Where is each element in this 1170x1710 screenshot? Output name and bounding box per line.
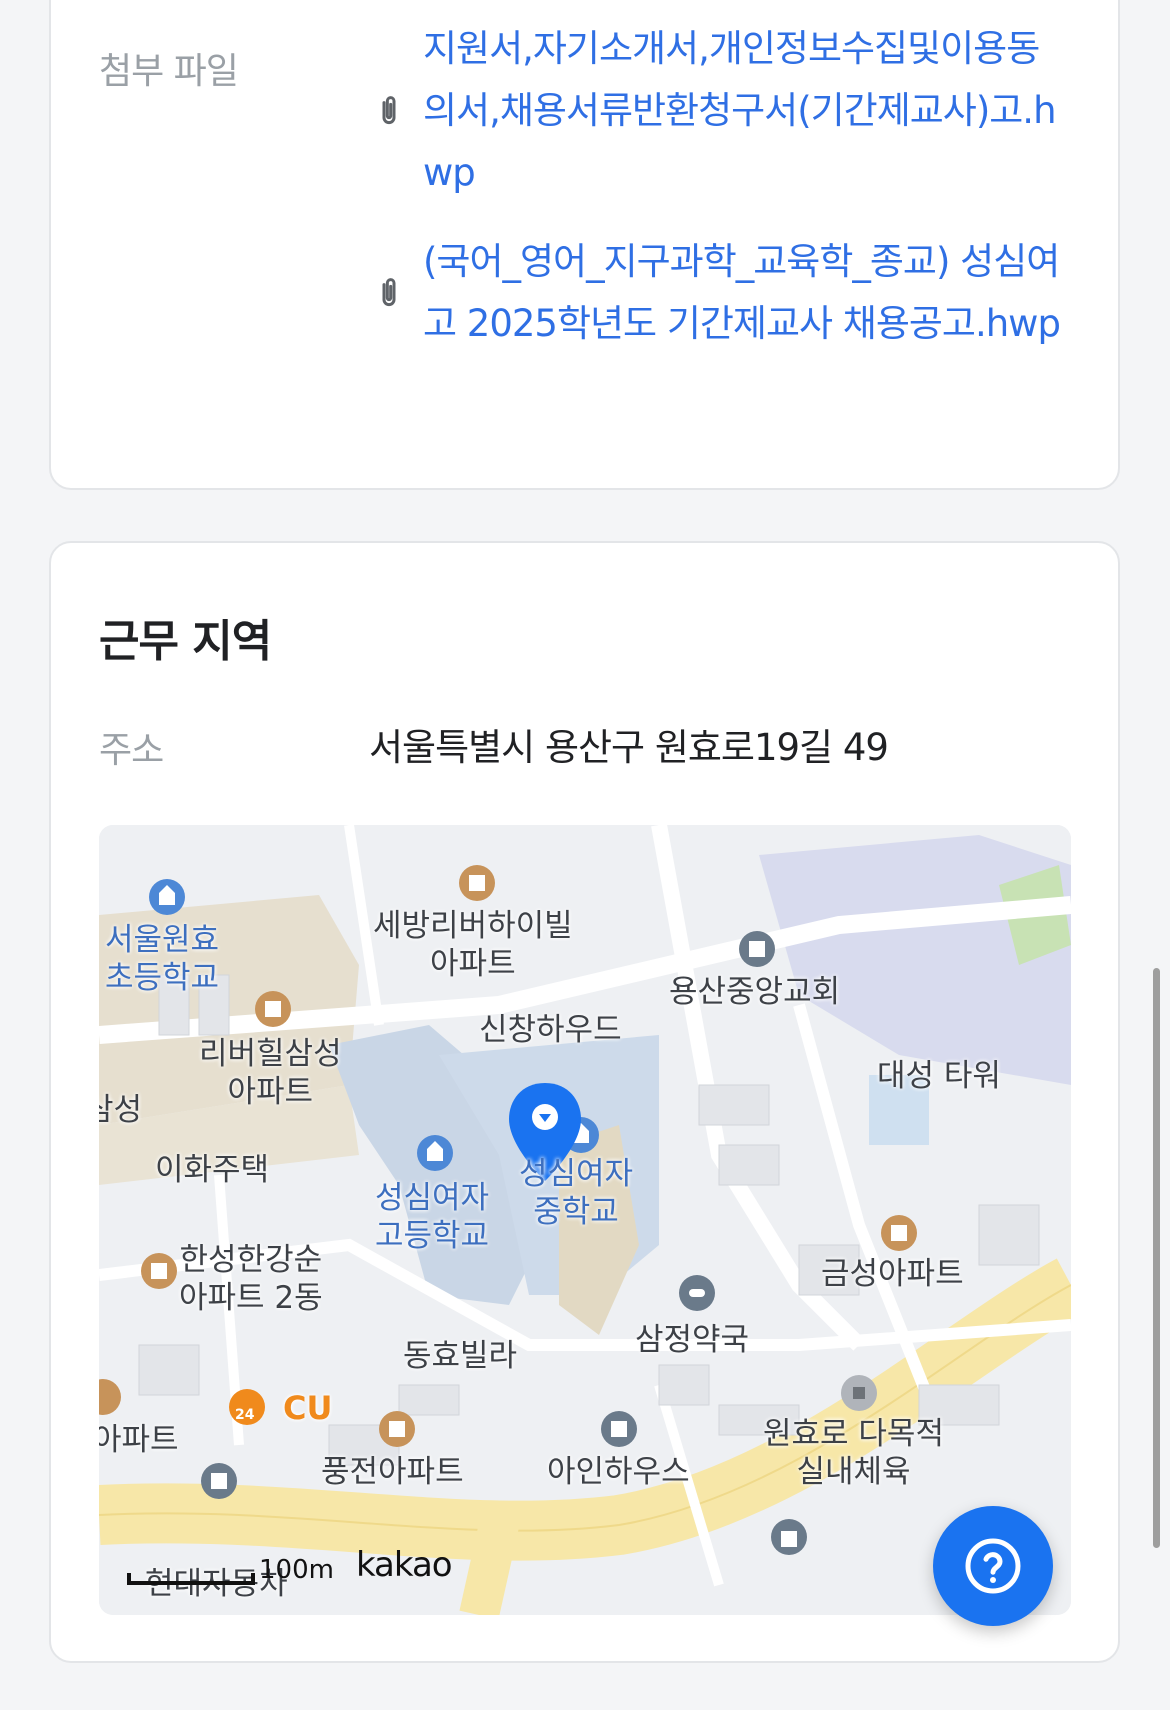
attachment-item-2[interactable]: (국어_영어_지구과학_교육학_종교) 성심여고 2025학년도 기간제교사 채… — [369, 231, 1069, 355]
gym-icon — [841, 1375, 877, 1411]
attachment-link[interactable]: (국어_영어_지구과학_교육학_종교) 성심여고 2025학년도 기간제교사 채… — [423, 231, 1069, 355]
map-place-label: 풍전아파트 — [321, 1454, 464, 1490]
map-place-label: 원효로 다목적 실내체육 — [763, 1416, 944, 1490]
attachments-card: 첨부 파일 지원서,자기소개서,개인정보수집및이용동의서,채용서류반환청구서(기… — [49, 0, 1120, 490]
apartment-icon — [881, 1215, 917, 1251]
pharmacy-icon — [679, 1275, 715, 1311]
map-place-label: 신창하우드 — [479, 1012, 622, 1048]
section-title: 근무 지역 — [99, 616, 272, 667]
building-icon — [601, 1411, 637, 1447]
apartment-icon — [255, 991, 291, 1027]
apartment-icon — [459, 865, 495, 901]
building-icon — [201, 1463, 237, 1499]
school-icon — [149, 879, 185, 915]
address-value: 서울특별시 용산구 원효로19길 49 — [369, 726, 889, 769]
apartment-icon — [141, 1253, 177, 1289]
map-place-label: 아인하우스 — [547, 1454, 690, 1490]
scrollbar[interactable] — [1153, 968, 1160, 1548]
help-button[interactable] — [933, 1506, 1053, 1626]
map-place-label: 삼정약국 — [635, 1322, 750, 1358]
church-icon — [739, 931, 775, 967]
address-label: 주소 — [99, 730, 164, 771]
map-place-label: 용산중앙교회 — [669, 974, 841, 1010]
map-place-label: 아파트 — [99, 1422, 179, 1458]
map-place-label: 동효빌라 — [403, 1338, 518, 1374]
question-icon — [965, 1538, 1021, 1594]
map-place-label: 금성아파트 — [821, 1256, 964, 1292]
map-place-label: 이화주택 — [155, 1152, 270, 1188]
map-attribution: kakao — [355, 1545, 453, 1585]
apartment-icon — [379, 1411, 415, 1447]
building-icon — [771, 1519, 807, 1555]
map-place-label: 성심여자 고등학교 — [375, 1180, 490, 1254]
school-icon — [417, 1135, 453, 1171]
map-scale: 100m kakao — [127, 1545, 453, 1585]
map-place-label: 삼성 — [99, 1092, 143, 1128]
attachment-item-1[interactable]: 지원서,자기소개서,개인정보수집및이용동의서,채용서류반환청구서(기간제교사)고… — [369, 18, 1069, 204]
map-place-label: 서울원효 초등학교 — [105, 922, 220, 996]
paperclip-icon — [382, 278, 396, 307]
work-location-card: 근무 지역 주소 서울특별시 용산구 원효로19길 49 서울원효 초등학교 세… — [49, 541, 1120, 1663]
attachment-link[interactable]: 지원서,자기소개서,개인정보수집및이용동의서,채용서류반환청구서(기간제교사)고… — [423, 18, 1069, 204]
map[interactable]: 서울원효 초등학교 세방리버하이빌 아파트 용산중앙교회 신창하우드 리버힐삼성 아파… — [99, 825, 1071, 1615]
map-place-label: 세방리버하이빌 아파트 — [373, 908, 573, 982]
scale-text: 100m — [259, 1555, 334, 1585]
store-badge: 24 — [235, 1407, 255, 1423]
map-place-label: CU — [283, 1389, 333, 1427]
attachments-label: 첨부 파일 — [99, 51, 239, 92]
map-place-label: 리버힐삼성 아파트 — [199, 1036, 342, 1110]
paperclip-icon — [382, 96, 396, 125]
map-place-label: 한성한강순 아파트 2동 — [179, 1242, 323, 1316]
scale-bar — [127, 1573, 255, 1585]
map-place-label: 성심여자 중학교 — [519, 1156, 634, 1230]
map-place-label: 대성 타워 — [877, 1058, 1001, 1094]
